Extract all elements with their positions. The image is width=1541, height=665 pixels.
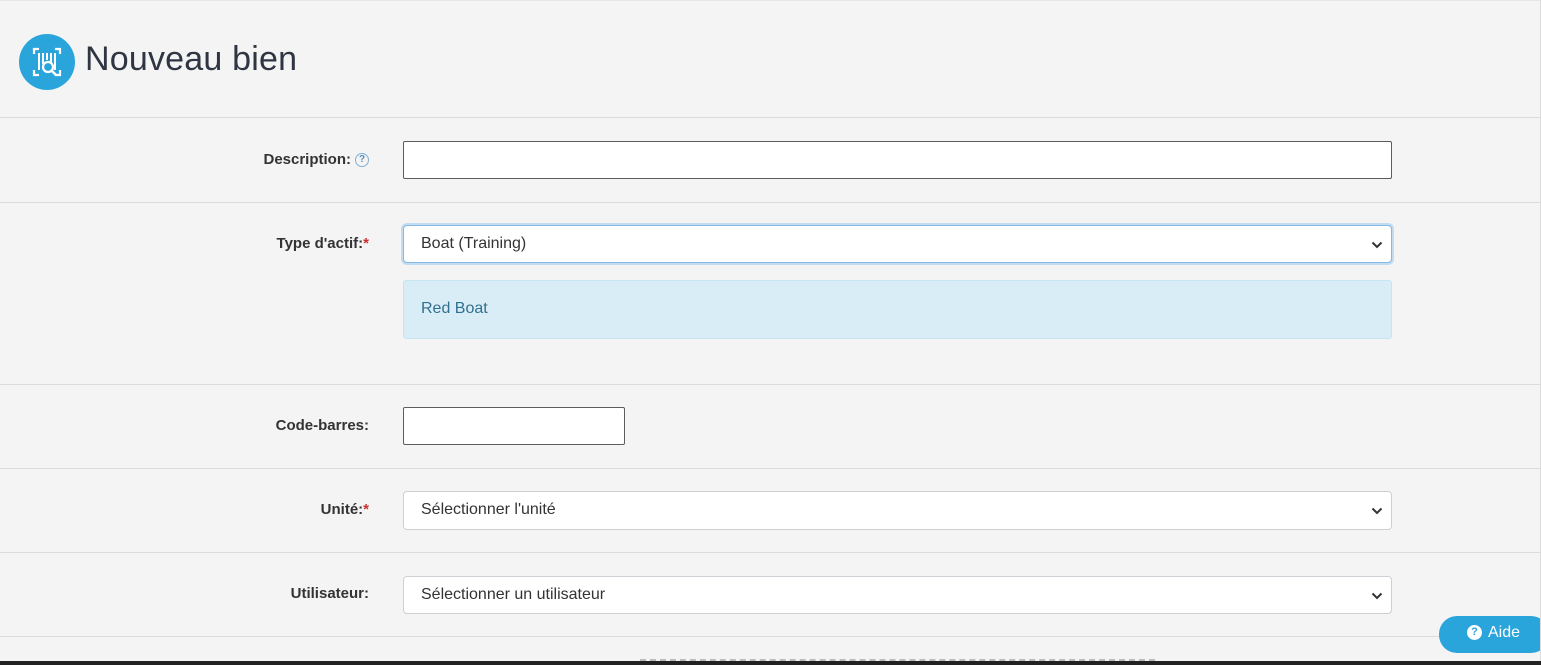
barcode-input[interactable] bbox=[403, 407, 625, 445]
asset-type-info-box: Red Boat bbox=[403, 280, 1392, 339]
user-label-text: Utilisateur: bbox=[290, 585, 369, 602]
required-mark: * bbox=[363, 235, 369, 252]
unit-label: Unité:* bbox=[321, 501, 369, 518]
description-input[interactable] bbox=[403, 141, 1392, 179]
divider bbox=[0, 552, 1541, 553]
divider bbox=[0, 384, 1541, 385]
description-label: Description:? bbox=[263, 151, 369, 168]
bottom-bar bbox=[0, 661, 1541, 665]
page-header: Nouveau bien bbox=[0, 0, 1541, 117]
unit-selected: Sélectionner l'unité bbox=[421, 501, 556, 518]
asset-type-info-text: Red Boat bbox=[421, 300, 488, 317]
help-icon[interactable]: ? bbox=[355, 153, 369, 168]
question-icon: ? bbox=[1467, 625, 1482, 640]
unit-select[interactable]: Sélectionner l'unité bbox=[403, 491, 1392, 530]
help-button[interactable]: ? Aide bbox=[1439, 616, 1541, 653]
chevron-down-icon bbox=[1371, 241, 1383, 249]
divider bbox=[0, 117, 1541, 118]
barcode-label-text: Code-barres: bbox=[275, 417, 369, 434]
page-title: Nouveau bien bbox=[85, 40, 298, 78]
barcode-search-icon bbox=[19, 34, 75, 90]
chevron-down-icon bbox=[1371, 592, 1383, 600]
barcode-label: Code-barres: bbox=[276, 417, 369, 434]
unit-label-text: Unité: bbox=[320, 501, 364, 518]
asset-type-selected: Boat (Training) bbox=[421, 235, 527, 252]
description-label-text: Description: bbox=[263, 151, 351, 168]
asset-type-label-text: Type d'actif: bbox=[276, 235, 364, 252]
user-label: Utilisateur: bbox=[291, 585, 369, 602]
required-mark: * bbox=[363, 501, 369, 518]
divider bbox=[0, 468, 1541, 469]
chevron-down-icon bbox=[1371, 507, 1383, 515]
asset-type-select[interactable]: Boat (Training) bbox=[403, 225, 1392, 263]
divider bbox=[0, 636, 1541, 637]
user-select[interactable]: Sélectionner un utilisateur bbox=[403, 576, 1392, 614]
user-selected: Sélectionner un utilisateur bbox=[421, 586, 606, 603]
help-button-label: Aide bbox=[1488, 624, 1521, 641]
divider bbox=[0, 202, 1541, 203]
asset-type-label: Type d'actif:* bbox=[277, 235, 369, 252]
